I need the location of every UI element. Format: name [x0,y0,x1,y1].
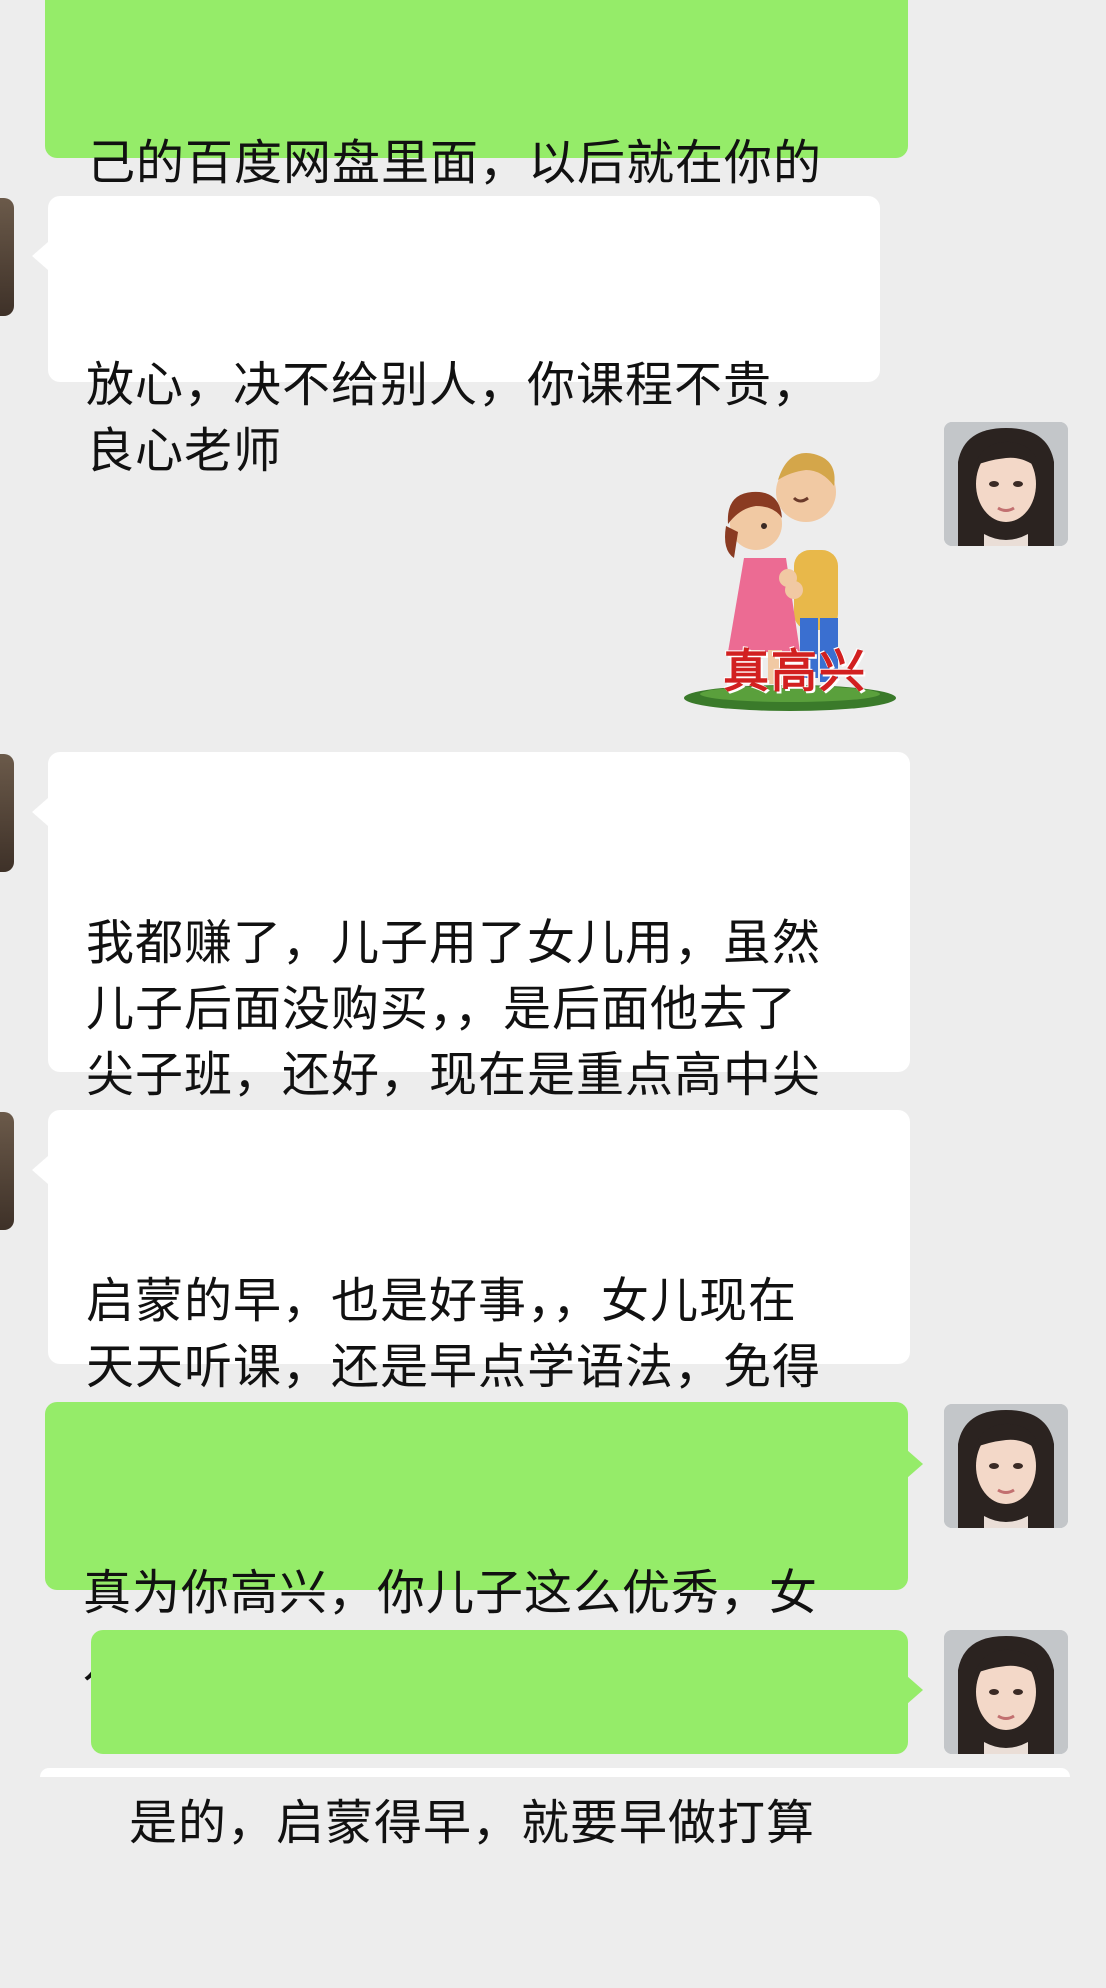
bubble-tail [32,1156,48,1184]
sticker-happy-dance[interactable]: 真高兴 [682,440,898,715]
next-message-bubble [40,1768,1070,1777]
message-bubble-self[interactable]: 是的，启蒙得早，就要早做打算 [91,1630,908,1851]
user-photo-icon [944,1404,1068,1528]
bubble-tail [907,1676,923,1704]
user-photo-icon [944,1630,1068,1754]
message-text: 是的，启蒙得早，就要早做打算 [129,1795,816,1851]
message-bubble-self[interactable]: 真为你高兴，你儿子这么优秀，女 儿定也棒 [45,1402,908,1688]
contact-avatar[interactable] [0,198,14,316]
user-avatar[interactable] [944,1630,1068,1754]
message-bubble-other[interactable]: 我都赚了，儿子用了女儿用，虽然 儿子后面没购买，，是后面他去了 尖子班，还好，现… [48,752,910,1169]
sticker-caption: 真高兴 [723,644,867,698]
chat-conversation: 己的百度网盘里面，以后就在你的 百度网盘里面打开课程就可以了 放心，决不给别人，… [0,0,1106,1851]
user-photo-icon [944,422,1068,546]
contact-avatar[interactable] [0,754,14,872]
contact-avatar[interactable] [0,1112,14,1230]
bubble-tail [32,242,48,270]
bubble-tail [907,1450,923,1478]
user-avatar[interactable] [944,422,1068,546]
bubble-tail [32,798,48,826]
message-bubble-other[interactable]: 放心，决不给别人，你课程不贵， 良心老师 [48,196,880,479]
message-bubble-other[interactable]: 启蒙的早，也是好事，，女儿现在 天天听课，还是早点学语法，免得 初中我又急 [48,1110,910,1461]
message-bubble-self[interactable]: 己的百度网盘里面，以后就在你的 百度网盘里面打开课程就可以了 [45,0,908,257]
user-avatar[interactable] [944,1404,1068,1528]
